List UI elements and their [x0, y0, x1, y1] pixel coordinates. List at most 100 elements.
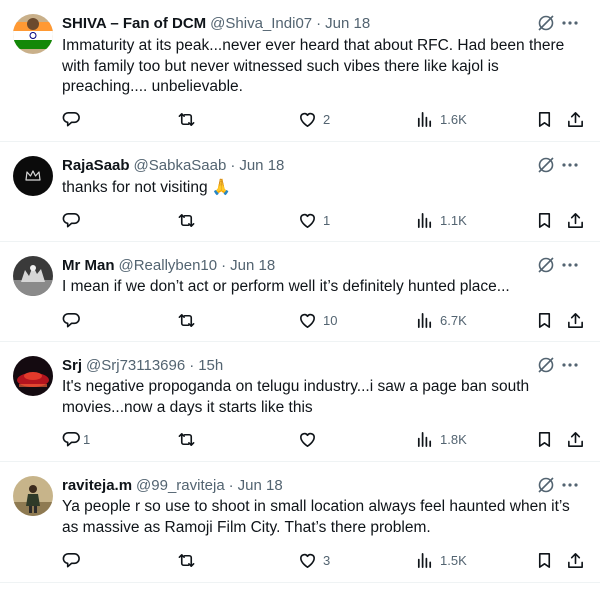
- view-count: 6.7K: [440, 312, 467, 328]
- display-name[interactable]: SHIVA – Fan of DCM: [62, 15, 206, 32]
- action-bar: 1 1.1K: [62, 209, 592, 231]
- bookmark-button[interactable]: [535, 108, 554, 130]
- bookmark-button[interactable]: [535, 549, 554, 571]
- avatar[interactable]: [13, 14, 53, 54]
- retweet-button[interactable]: [177, 209, 196, 231]
- retweet-button[interactable]: [177, 309, 196, 331]
- more-options-icon[interactable]: [560, 255, 580, 275]
- share-icon: [568, 111, 583, 127]
- bookmark-button[interactable]: [535, 309, 554, 331]
- like-button[interactable]: 3: [298, 549, 330, 571]
- display-name[interactable]: raviteja.m: [62, 477, 132, 494]
- like-button[interactable]: 1: [298, 209, 330, 231]
- like-button[interactable]: 10: [298, 309, 337, 331]
- grok-icon[interactable]: [536, 355, 556, 375]
- display-name[interactable]: Mr Man: [62, 257, 115, 274]
- retweet-button[interactable]: [177, 108, 196, 130]
- tweet[interactable]: SHIVA – Fan of DCM @Shiva_Indi07 · Jun 1…: [0, 0, 600, 142]
- tweet-header: raviteja.m @99_raviteja · Jun 18: [62, 475, 283, 495]
- bookmark-icon: [538, 312, 551, 328]
- display-name[interactable]: Srj: [62, 357, 82, 374]
- avatar[interactable]: [13, 476, 53, 516]
- share-button[interactable]: [566, 428, 585, 450]
- reply-button[interactable]: [62, 309, 81, 331]
- tweet-header: SHIVA – Fan of DCM @Shiva_Indi07 · Jun 1…: [62, 13, 370, 33]
- retweet-button[interactable]: [177, 549, 196, 571]
- retweet-icon: [178, 213, 195, 227]
- avatar[interactable]: [13, 156, 53, 196]
- user-handle[interactable]: @Shiva_Indi07: [210, 15, 312, 32]
- timestamp[interactable]: 15h: [198, 357, 223, 374]
- like-button[interactable]: [298, 428, 317, 450]
- retweet-icon: [178, 313, 195, 327]
- view-count: 1.8K: [440, 431, 467, 447]
- tweet-text: I mean if we don’t act or perform well i…: [62, 278, 510, 295]
- separator-dot: ·: [316, 14, 322, 32]
- action-bar: 10 6.7K: [62, 309, 592, 331]
- like-count: 1: [323, 212, 331, 228]
- reply-count: 1: [83, 431, 91, 447]
- tweet[interactable]: RajaSaab @SabkaSaab · Jun 18 thanks for …: [0, 142, 600, 242]
- user-handle[interactable]: @SabkaSaab: [134, 157, 227, 174]
- share-button[interactable]: [566, 108, 585, 130]
- views-button[interactable]: 6.7K: [415, 309, 467, 331]
- timestamp[interactable]: Jun 18: [325, 15, 370, 32]
- more-options-icon[interactable]: [560, 355, 580, 375]
- heart-icon: [300, 432, 315, 447]
- bookmark-icon: [538, 552, 551, 568]
- views-button[interactable]: 1.6K: [415, 108, 467, 130]
- tweet[interactable]: raviteja.m @99_raviteja · Jun 18 Ya peop…: [0, 462, 600, 583]
- reply-button[interactable]: 1: [62, 428, 90, 450]
- grok-icon[interactable]: [536, 13, 556, 33]
- view-count: 1.6K: [440, 111, 467, 127]
- like-button[interactable]: 2: [298, 108, 330, 130]
- separator-dot: ·: [228, 476, 234, 494]
- tweet-text: Ya people r so use to shoot in small loc…: [62, 498, 570, 536]
- timestamp[interactable]: Jun 18: [230, 257, 275, 274]
- user-handle[interactable]: @Srj73113696: [86, 357, 185, 374]
- retweet-button[interactable]: [177, 428, 196, 450]
- share-icon: [568, 212, 583, 228]
- separator-dot: ·: [230, 156, 236, 174]
- more-options-icon[interactable]: [560, 13, 580, 33]
- views-button[interactable]: 1.8K: [415, 428, 467, 450]
- views-icon: [417, 212, 432, 228]
- display-name[interactable]: RajaSaab: [62, 157, 130, 174]
- avatar[interactable]: [13, 356, 53, 396]
- tweet-header: RajaSaab @SabkaSaab · Jun 18: [62, 155, 284, 175]
- bookmark-button[interactable]: [535, 209, 554, 231]
- user-handle[interactable]: @99_raviteja: [136, 477, 225, 494]
- like-count: 10: [323, 312, 338, 328]
- reply-button[interactable]: [62, 209, 81, 231]
- view-count: 1.5K: [440, 552, 467, 568]
- grok-icon[interactable]: [536, 475, 556, 495]
- action-bar: 2 1.6K: [62, 108, 592, 130]
- timestamp[interactable]: Jun 18: [238, 477, 283, 494]
- view-count: 1.1K: [440, 212, 467, 228]
- reply-button[interactable]: [62, 108, 81, 130]
- share-button[interactable]: [566, 309, 585, 331]
- share-button[interactable]: [566, 209, 585, 231]
- reply-button[interactable]: [62, 549, 81, 571]
- like-count: 3: [323, 552, 331, 568]
- tweet-text: thanks for not visiting 🙏: [62, 179, 232, 196]
- views-button[interactable]: 1.1K: [415, 209, 467, 231]
- views-button[interactable]: 1.5K: [415, 549, 467, 571]
- tweet[interactable]: Srj @Srj73113696 · 15h It's negative pro…: [0, 342, 600, 462]
- tweet[interactable]: Mr Man @Reallyben10 · Jun 18 I mean if w…: [0, 242, 600, 342]
- avatar[interactable]: [13, 256, 53, 296]
- user-handle[interactable]: @Reallyben10: [119, 257, 218, 274]
- retweet-icon: [178, 553, 195, 567]
- bookmark-button[interactable]: [535, 428, 554, 450]
- bookmark-icon: [538, 431, 551, 447]
- views-icon: [417, 312, 432, 328]
- share-icon: [568, 431, 583, 447]
- timestamp[interactable]: Jun 18: [239, 157, 284, 174]
- share-button[interactable]: [566, 549, 585, 571]
- more-options-icon[interactable]: [560, 155, 580, 175]
- more-options-icon[interactable]: [560, 475, 580, 495]
- grok-icon[interactable]: [536, 255, 556, 275]
- tweet-text: It's negative propoganda on telugu indus…: [62, 378, 530, 416]
- reply-icon: [62, 552, 80, 567]
- grok-icon[interactable]: [536, 155, 556, 175]
